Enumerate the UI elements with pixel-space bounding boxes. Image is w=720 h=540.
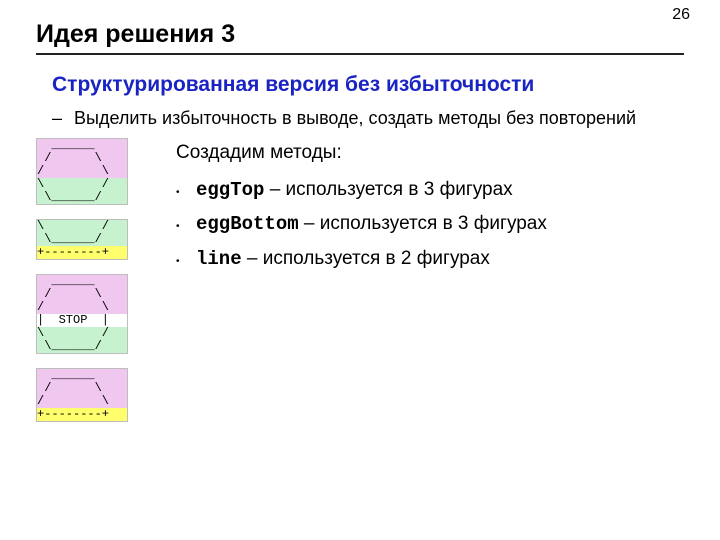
dash-marker: – [52,107,74,130]
method-code: eggTop [196,179,264,201]
slide: 26 Идея решения 3 Структурированная верс… [0,0,720,540]
method-desc: – используется в 3 фигурах [264,179,512,200]
method-code: eggBottom [196,213,299,235]
ascii-figure-hat: ______ / \ / \+--------+ [36,368,128,422]
content-row: ______ / \ / \\ / \______/ \ / \______/+… [36,138,684,436]
list-item: • eggTop – используется в 3 фигурах [176,173,547,207]
slide-title: Идея решения 3 [36,20,684,49]
section-subhead: Структурированная версия без избыточност… [52,73,684,97]
methods-intro: Создадим методы: [176,138,547,167]
methods-block: Создадим методы: • eggTop – используется… [176,138,547,277]
method-desc: – используется в 3 фигурах [299,213,547,234]
ascii-figure-egg: ______ / \ / \\ / \______/ [36,138,128,205]
ascii-column: ______ / \ / \\ / \______/ \ / \______/+… [36,138,146,436]
method-line: eggTop – используется в 3 фигурах [196,175,513,205]
list-item: • line – используется в 2 фигурах [176,242,547,276]
title-rule [36,53,684,55]
dash-bullet: – Выделить избыточность в выводе, создат… [52,107,684,130]
method-desc: – используется в 2 фигурах [242,248,490,269]
bullet-icon: • [176,182,196,204]
method-line: eggBottom – используется в 3 фигурах [196,209,547,239]
bullet-icon: • [176,251,196,273]
list-item: • eggBottom – используется в 3 фигурах [176,207,547,241]
method-line: line – используется в 2 фигурах [196,244,490,274]
methods-list: • eggTop – используется в 3 фигурах • eg… [176,173,547,276]
ascii-figure-stop: ______ / \ / \| STOP |\ / \______/ [36,274,128,354]
bullet-icon: • [176,216,196,238]
ascii-figure-cup: \ / \______/+--------+ [36,219,128,260]
method-code: line [196,248,242,270]
page-number: 26 [672,6,690,24]
dash-text: Выделить избыточность в выводе, создать … [74,107,636,130]
